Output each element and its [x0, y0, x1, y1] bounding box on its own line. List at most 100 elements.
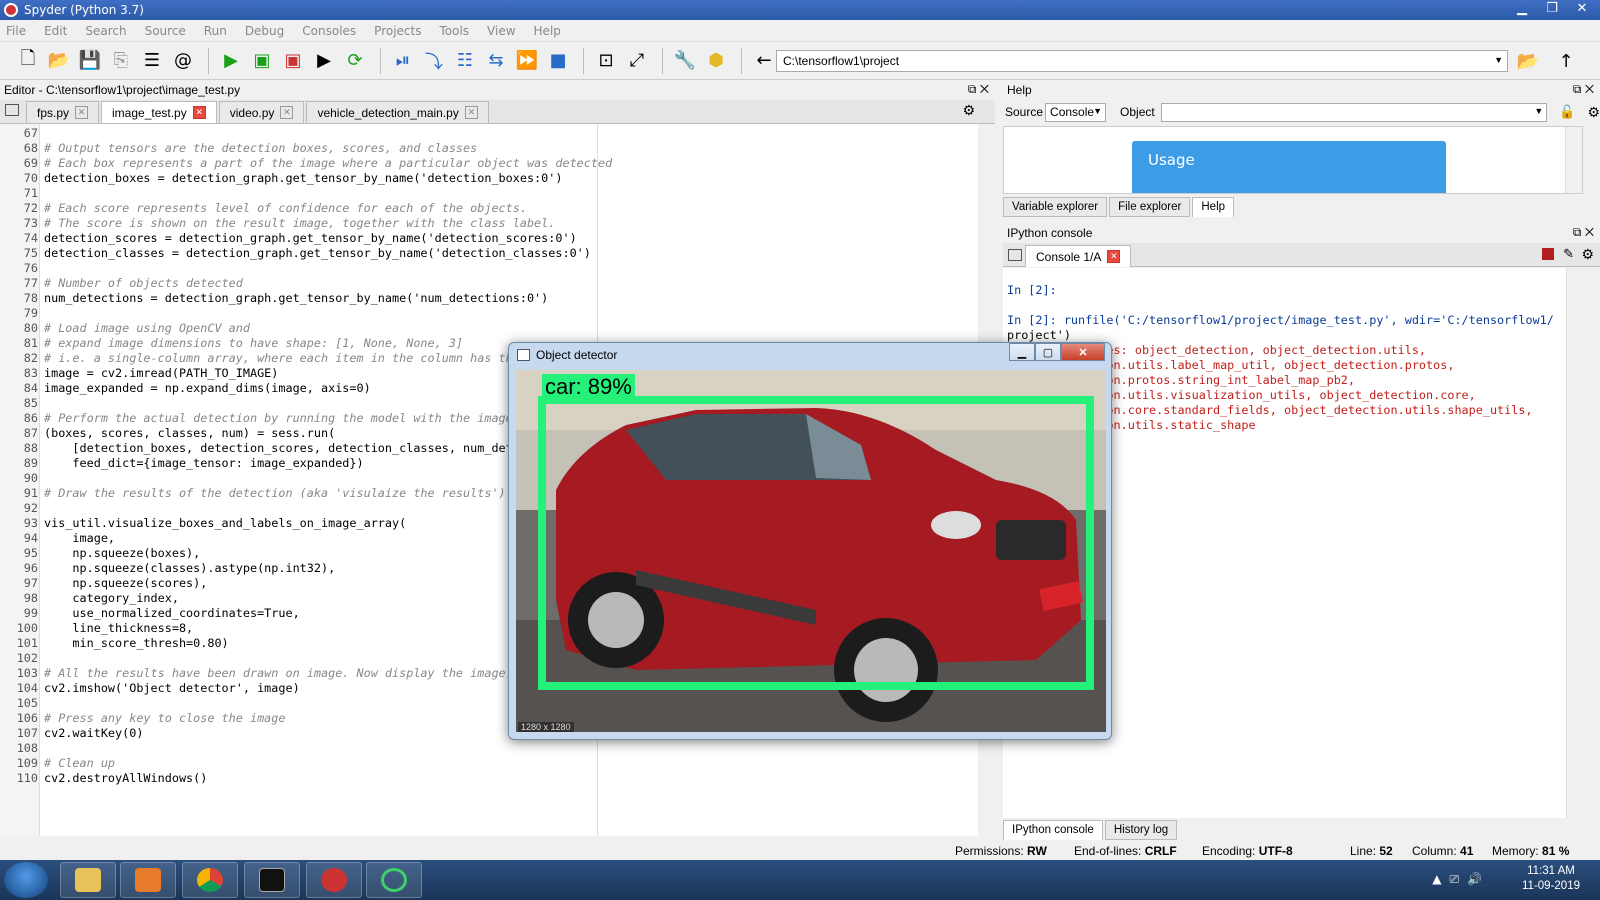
minimize-icon[interactable]: ▁ [1009, 343, 1035, 361]
run-cell-advance-icon[interactable]: ▣ [279, 47, 307, 75]
menu-search[interactable]: Search [85, 24, 126, 38]
menu-view[interactable]: View [487, 24, 515, 38]
step-icon[interactable]: ⤵ [420, 47, 448, 75]
tab-variable-explorer[interactable]: Variable explorer [1003, 197, 1108, 217]
open-folder-icon[interactable]: 📂 [45, 47, 73, 75]
code-line: 79 [0, 306, 612, 321]
step-into-icon[interactable]: ☷ [451, 47, 479, 75]
eraser-icon[interactable]: ✎ [1563, 246, 1574, 262]
close-pane-icon[interactable]: ✕ [1585, 225, 1594, 239]
taskbar-loading-app[interactable] [366, 862, 422, 898]
column-label: Column: [1412, 844, 1457, 858]
working-directory-combo[interactable]: C:\tensorflow1\project ▼ [776, 50, 1508, 72]
tab-help[interactable]: Help [1192, 197, 1235, 217]
maximize-icon[interactable]: ▢ [1035, 343, 1061, 361]
help-content: Usage [1003, 126, 1583, 194]
tab-history-log[interactable]: History log [1104, 820, 1178, 840]
menu-consoles[interactable]: Consoles [302, 24, 356, 38]
gear-icon[interactable]: ⚙ [1581, 246, 1594, 263]
continue-icon[interactable]: ⏩ [513, 47, 541, 75]
undock-icon[interactable]: ⧉ [1573, 225, 1582, 239]
stop-debug-icon[interactable]: ■ [544, 47, 572, 75]
browse-tabs-icon[interactable] [5, 104, 19, 116]
lock-icon[interactable]: 🔓 [1559, 104, 1575, 120]
editor-tab[interactable]: video.py ✕ [218, 101, 305, 123]
step-return-icon[interactable]: ⇆ [482, 47, 510, 75]
editor-tab[interactable]: image_test.py ✕ [101, 101, 217, 123]
maximize-pane-icon[interactable]: ⊡ [592, 47, 620, 75]
parent-directory-arrow-icon[interactable]: ↑ [1552, 47, 1580, 75]
close-icon[interactable]: ✕ [1568, 0, 1596, 18]
at-icon[interactable]: @ [169, 47, 197, 75]
menu-projects[interactable]: Projects [374, 24, 421, 38]
line-number: 68 [23, 141, 38, 155]
menu-help[interactable]: Help [534, 24, 561, 38]
restore-icon[interactable]: ❐ [1538, 0, 1566, 18]
gear-icon[interactable]: ⚙ [1587, 104, 1600, 121]
network-icon[interactable]: ⎚ [1449, 872, 1467, 886]
chevron-down-icon[interactable]: ▼ [1494, 55, 1503, 65]
tray-chevron-icon[interactable]: ▲ [1432, 872, 1449, 886]
undock-icon[interactable]: ⧉ [1573, 82, 1582, 96]
close-pane-icon[interactable]: ✕ [1585, 82, 1594, 96]
close-tab-icon[interactable]: ✕ [280, 106, 294, 119]
save-all-icon[interactable]: ⎘ [107, 47, 135, 75]
object-detector-titlebar[interactable]: Object detector ▁ ▢ ✕ [509, 343, 1111, 367]
close-pane-icon[interactable]: ✕ [980, 82, 989, 96]
line-value: 52 [1379, 844, 1393, 858]
code-text: # Draw the results of the detection (aka… [44, 486, 506, 500]
menu-source[interactable]: Source [145, 24, 186, 38]
stop-kernel-icon[interactable] [1542, 248, 1554, 260]
python-path-icon[interactable]: ⬢ [702, 47, 730, 75]
line-number: 85 [23, 396, 38, 410]
tab-ipython-console[interactable]: IPython console [1003, 820, 1103, 840]
spyder-icon [321, 868, 347, 892]
menu-debug[interactable]: Debug [245, 24, 284, 38]
run-cell-icon[interactable]: ▣ [248, 47, 276, 75]
taskbar-chrome[interactable] [182, 862, 238, 898]
taskbar-media-player[interactable] [120, 862, 176, 898]
taskbar-spyder[interactable] [306, 862, 362, 898]
rerun-icon[interactable]: ⟳ [341, 47, 369, 75]
debug-icon[interactable]: ⏯ [389, 47, 417, 75]
editor-tab[interactable]: vehicle_detection_main.py ✕ [306, 101, 489, 123]
save-icon[interactable]: 💾 [76, 47, 104, 75]
menu-run[interactable]: Run [204, 24, 227, 38]
back-arrow-icon[interactable]: ← [750, 47, 778, 75]
close-tab-icon[interactable]: ✕ [75, 106, 89, 119]
start-button[interactable] [4, 862, 48, 898]
taskbar-explorer[interactable] [60, 862, 116, 898]
tab-console[interactable]: Console 1/A ✕ [1025, 245, 1132, 267]
volume-icon[interactable]: 🔊 [1467, 872, 1490, 886]
editor-tab[interactable]: fps.py ✕ [26, 101, 100, 123]
run-icon[interactable]: ▶ [217, 47, 245, 75]
source-select[interactable]: Console ▼ [1045, 102, 1107, 122]
tab-file-explorer[interactable]: File explorer [1109, 197, 1191, 217]
object-detector-window[interactable]: Object detector ▁ ▢ ✕ car: 89% 1280 x 12… [508, 342, 1112, 740]
minimize-icon[interactable]: ▁ [1508, 0, 1536, 18]
close-tab-icon[interactable]: ✕ [1107, 250, 1121, 263]
help-scrollbar[interactable] [1565, 127, 1582, 193]
console-scrollbar[interactable] [1566, 268, 1583, 818]
browse-tabs-icon[interactable] [1008, 249, 1022, 261]
code-line: 67 [0, 126, 612, 141]
new-file-icon[interactable]: 🗋 [14, 47, 42, 75]
close-tab-icon[interactable]: ✕ [464, 106, 478, 119]
menu-edit[interactable]: Edit [44, 24, 67, 38]
fullscreen-icon[interactable]: ⤢ [623, 47, 651, 75]
menu-file[interactable]: File [6, 24, 26, 38]
run-selection-icon[interactable]: ▶ [310, 47, 338, 75]
taskbar-cmd[interactable] [244, 862, 300, 898]
taskbar-clock[interactable]: 11:31 AM 11-09-2019 [1522, 864, 1580, 894]
code-text: num_detections = detection_graph.get_ten… [44, 291, 549, 305]
gear-icon[interactable]: ⚙ [962, 103, 975, 119]
object-input[interactable]: ▼ [1160, 102, 1548, 122]
browse-directory-icon[interactable]: 📂 [1514, 47, 1542, 75]
list-icon[interactable]: ☰ [138, 47, 166, 75]
undock-icon[interactable]: ⧉ [968, 82, 977, 96]
menu-tools[interactable]: Tools [439, 24, 469, 38]
close-icon[interactable]: ✕ [1061, 343, 1105, 361]
close-tab-icon[interactable]: ✕ [192, 106, 206, 119]
preferences-wrench-icon[interactable]: 🔧 [671, 47, 699, 75]
